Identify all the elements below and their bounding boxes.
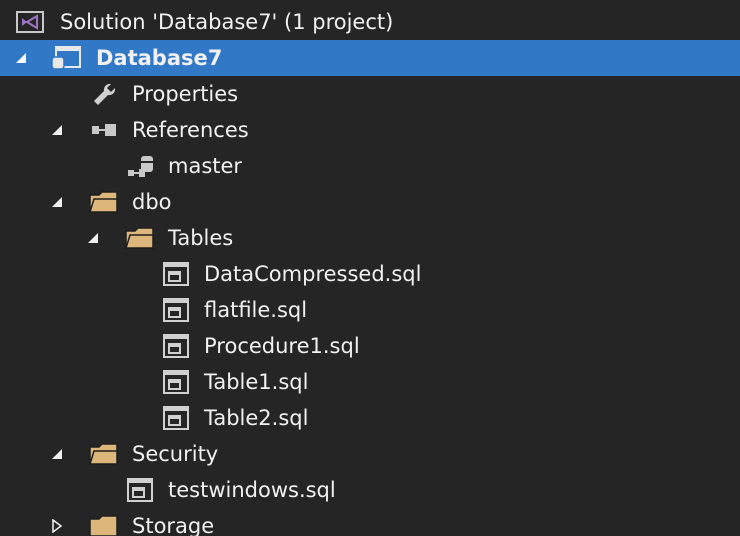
folder-label: Storage bbox=[132, 514, 215, 536]
table-file-icon bbox=[124, 476, 156, 504]
folder-label: Security bbox=[132, 442, 219, 466]
database-reference-icon bbox=[124, 152, 156, 180]
database-project-icon bbox=[50, 44, 82, 72]
expanded-arrow-icon[interactable] bbox=[46, 184, 68, 220]
tree-row-project[interactable]: Database7 bbox=[0, 40, 740, 76]
file-label: Procedure1.sql bbox=[204, 334, 360, 358]
expanded-arrow-icon[interactable] bbox=[46, 436, 68, 472]
reference-label: master bbox=[168, 154, 243, 178]
folder-open-icon bbox=[124, 224, 156, 252]
folder-open-icon bbox=[88, 188, 120, 216]
tree-row-folder-tables[interactable]: Tables bbox=[0, 220, 740, 256]
tree-row-folder-dbo[interactable]: dbo bbox=[0, 184, 740, 220]
solution-explorer-tree: Solution 'Database7' (1 project) Databas… bbox=[0, 0, 740, 536]
folder-closed-icon bbox=[88, 512, 120, 536]
table-file-icon bbox=[160, 260, 192, 288]
tree-row-folder-storage[interactable]: Storage bbox=[0, 508, 740, 536]
expanded-arrow-icon[interactable] bbox=[82, 220, 104, 256]
tree-row-file[interactable]: flatfile.sql bbox=[0, 292, 740, 328]
tree-row-references[interactable]: References bbox=[0, 112, 740, 148]
tree-row-solution[interactable]: Solution 'Database7' (1 project) bbox=[0, 4, 740, 40]
collapsed-arrow-icon[interactable] bbox=[46, 508, 68, 536]
file-label: flatfile.sql bbox=[204, 298, 308, 322]
references-label: References bbox=[132, 118, 249, 142]
file-label: testwindows.sql bbox=[168, 478, 336, 502]
expanded-arrow-icon[interactable] bbox=[10, 40, 32, 76]
expanded-arrow-icon[interactable] bbox=[46, 112, 68, 148]
table-file-icon bbox=[160, 332, 192, 360]
folder-label: dbo bbox=[132, 190, 172, 214]
table-file-icon bbox=[160, 296, 192, 324]
tree-row-folder-security[interactable]: Security bbox=[0, 436, 740, 472]
tree-row-file[interactable]: Procedure1.sql bbox=[0, 328, 740, 364]
project-label: Database7 bbox=[96, 46, 223, 70]
folder-open-icon bbox=[88, 440, 120, 468]
tree-row-file[interactable]: Table2.sql bbox=[0, 400, 740, 436]
folder-label: Tables bbox=[168, 226, 234, 250]
file-label: DataCompressed.sql bbox=[204, 262, 422, 286]
properties-label: Properties bbox=[132, 82, 239, 106]
file-label: Table1.sql bbox=[204, 370, 309, 394]
wrench-icon bbox=[88, 80, 120, 108]
tree-row-reference-master[interactable]: master bbox=[0, 148, 740, 184]
tree-row-file[interactable]: DataCompressed.sql bbox=[0, 256, 740, 292]
references-icon bbox=[88, 116, 120, 144]
visual-studio-solution-icon bbox=[14, 8, 46, 36]
table-file-icon bbox=[160, 404, 192, 432]
solution-label: Solution 'Database7' (1 project) bbox=[60, 10, 394, 34]
tree-row-properties[interactable]: Properties bbox=[0, 76, 740, 112]
tree-row-file[interactable]: testwindows.sql bbox=[0, 472, 740, 508]
file-label: Table2.sql bbox=[204, 406, 309, 430]
table-file-icon bbox=[160, 368, 192, 396]
tree-row-file[interactable]: Table1.sql bbox=[0, 364, 740, 400]
